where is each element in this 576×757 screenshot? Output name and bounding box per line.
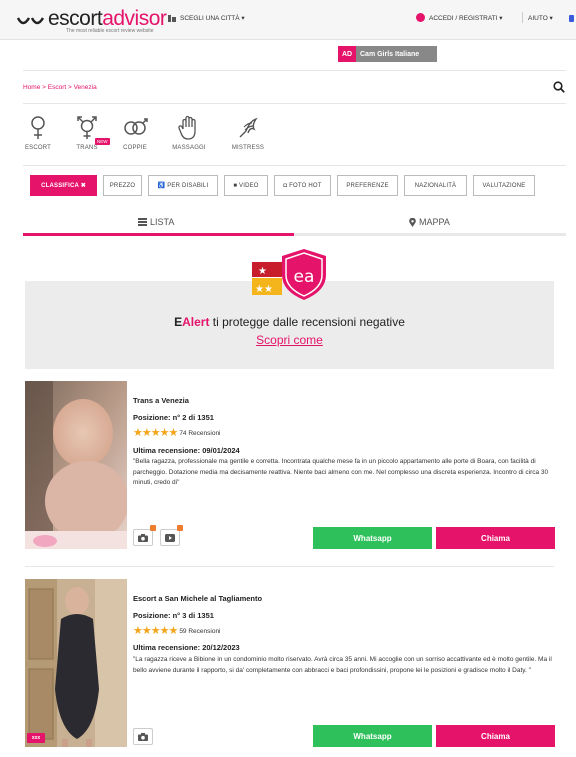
listing-rating: ★★★★★ 74 Recensioni [133,427,221,439]
video-button[interactable] [160,529,180,546]
listing-title[interactable]: Escort a San Michele al Tagliamento [133,594,262,603]
logo-wordmark: escortadvisor [48,7,167,30]
review-count[interactable]: 74 Recensioni [179,430,220,437]
filter-rating[interactable]: VALUTAZIONE [473,175,535,196]
filter-hot-photos[interactable]: ◘ FOTO HOT [274,175,331,196]
listing-photo[interactable] [25,579,127,747]
category-escort[interactable]: ESCORT [18,115,58,151]
tab-list[interactable]: LISTA [138,217,174,227]
divider [23,165,566,166]
category-label: MISTRESS [231,145,265,151]
ealert-text: EAlert ti protegge dalle recensioni nega… [174,315,405,329]
filter-accessible[interactable]: ♿ PER DISABILI [148,175,218,196]
video-icon [165,533,175,542]
category-label: MASSAGGI [172,145,206,151]
last-review-date: Ultima recensione: 20/12/2023 [133,643,240,652]
category-label: COPPIE [123,145,147,151]
whatsapp-button[interactable]: Whatsapp [313,527,432,549]
divider [23,103,566,104]
photo-count-badge [150,525,156,531]
account-menu-label: ACCEDI / REGISTRATI ▾ [429,14,503,22]
city-selector-label: SCEGLI UNA CITTÀ ▾ [180,15,245,22]
svg-text:ea: ea [294,267,315,287]
category-trans[interactable]: TRANS [67,115,107,151]
camera-icon [138,533,148,542]
star-rating-icon: ★★★★★ [133,427,178,439]
ad-banner-label: Cam Girls Italiane [360,50,420,58]
tab-list-label: LISTA [150,217,175,227]
filter-video[interactable]: ■ VIDEO [224,175,268,196]
video-count-badge [177,525,183,531]
divider [25,566,554,567]
category-massages[interactable]: MASSAGGI [169,115,209,151]
listing-title[interactable]: Trans a Venezia [133,396,189,405]
top-bar: escortadvisor The most reliable escort r… [0,0,576,40]
camera-icon [138,732,148,741]
svg-text:★★: ★★ [255,284,273,295]
city-selector[interactable]: SCEGLI UNA CITTÀ ▾ [168,14,245,22]
photo-gallery-button[interactable] [133,529,153,546]
logo-tagline: The most reliable escort review website [66,28,154,34]
user-icon [416,13,425,22]
female-icon [31,116,45,139]
search-icon[interactable] [553,81,565,93]
tab-map[interactable]: MAPPA [409,217,450,227]
ealert-link[interactable]: Scopri come [25,333,554,347]
help-menu[interactable]: AIUTO ▾ [528,14,553,22]
last-review-date: Ultima recensione: 09/01/2024 [133,446,240,455]
review-excerpt: "Bella ragazza, professionale ma gentile… [133,458,549,486]
star-rating-icon: ★★★★★ [133,625,178,637]
vip-badge: xxx [27,733,45,743]
photo-image [25,381,127,549]
photo-gallery-button[interactable] [133,728,153,745]
language-icon[interactable] [569,15,574,22]
listing-position: Posizione: n° 2 di 1351 [133,413,214,422]
whatsapp-button[interactable]: Whatsapp [313,725,432,747]
account-menu[interactable]: ACCEDI / REGISTRATI ▾ [416,13,503,22]
photo-image [25,579,127,747]
review-count[interactable]: 59 Recensioni [179,628,220,635]
review-excerpt: "La ragazza riceve a Bibione in un condo… [133,656,552,674]
whip-icon [239,117,258,138]
filter-price[interactable]: PREZZO [103,175,142,196]
couple-icon [124,118,148,135]
ealert-shield-icon: ★ ★★ ea [252,249,326,300]
filter-ranking[interactable]: CLASSIFICA ✖ [30,175,97,196]
divider [23,70,566,71]
ad-badge: AD [338,46,356,62]
call-button[interactable]: Chiama [436,725,555,747]
filter-nationality[interactable]: NAZIONALITÀ [404,175,467,196]
listing-rating: ★★★★★ 59 Recensioni [133,625,221,637]
listing-photo[interactable] [25,381,127,549]
hand-icon [178,115,196,140]
logo-mark-icon [16,17,45,25]
tab-indicator [23,233,566,236]
listing-position: Posizione: n° 3 di 1351 [133,611,214,620]
new-badge: NEW [95,138,110,145]
category-label: ESCORT [24,145,52,151]
building-icon [168,15,176,22]
category-mistress[interactable]: MISTRESS [228,115,268,151]
breadcrumb[interactable]: Home > Escort > Venezia [23,84,97,91]
filter-preferences[interactable]: PREFERENZE [337,175,398,196]
map-pin-icon [409,217,416,227]
ad-banner[interactable]: AD Cam Girls Italiane [338,46,437,62]
category-label: TRANS [76,145,98,151]
header-divider [522,12,523,23]
list-icon [138,218,147,226]
category-couples[interactable]: COPPIE [115,115,155,151]
call-button[interactable]: Chiama [436,527,555,549]
tab-map-label: MAPPA [419,217,450,227]
svg-text:★: ★ [258,266,267,277]
